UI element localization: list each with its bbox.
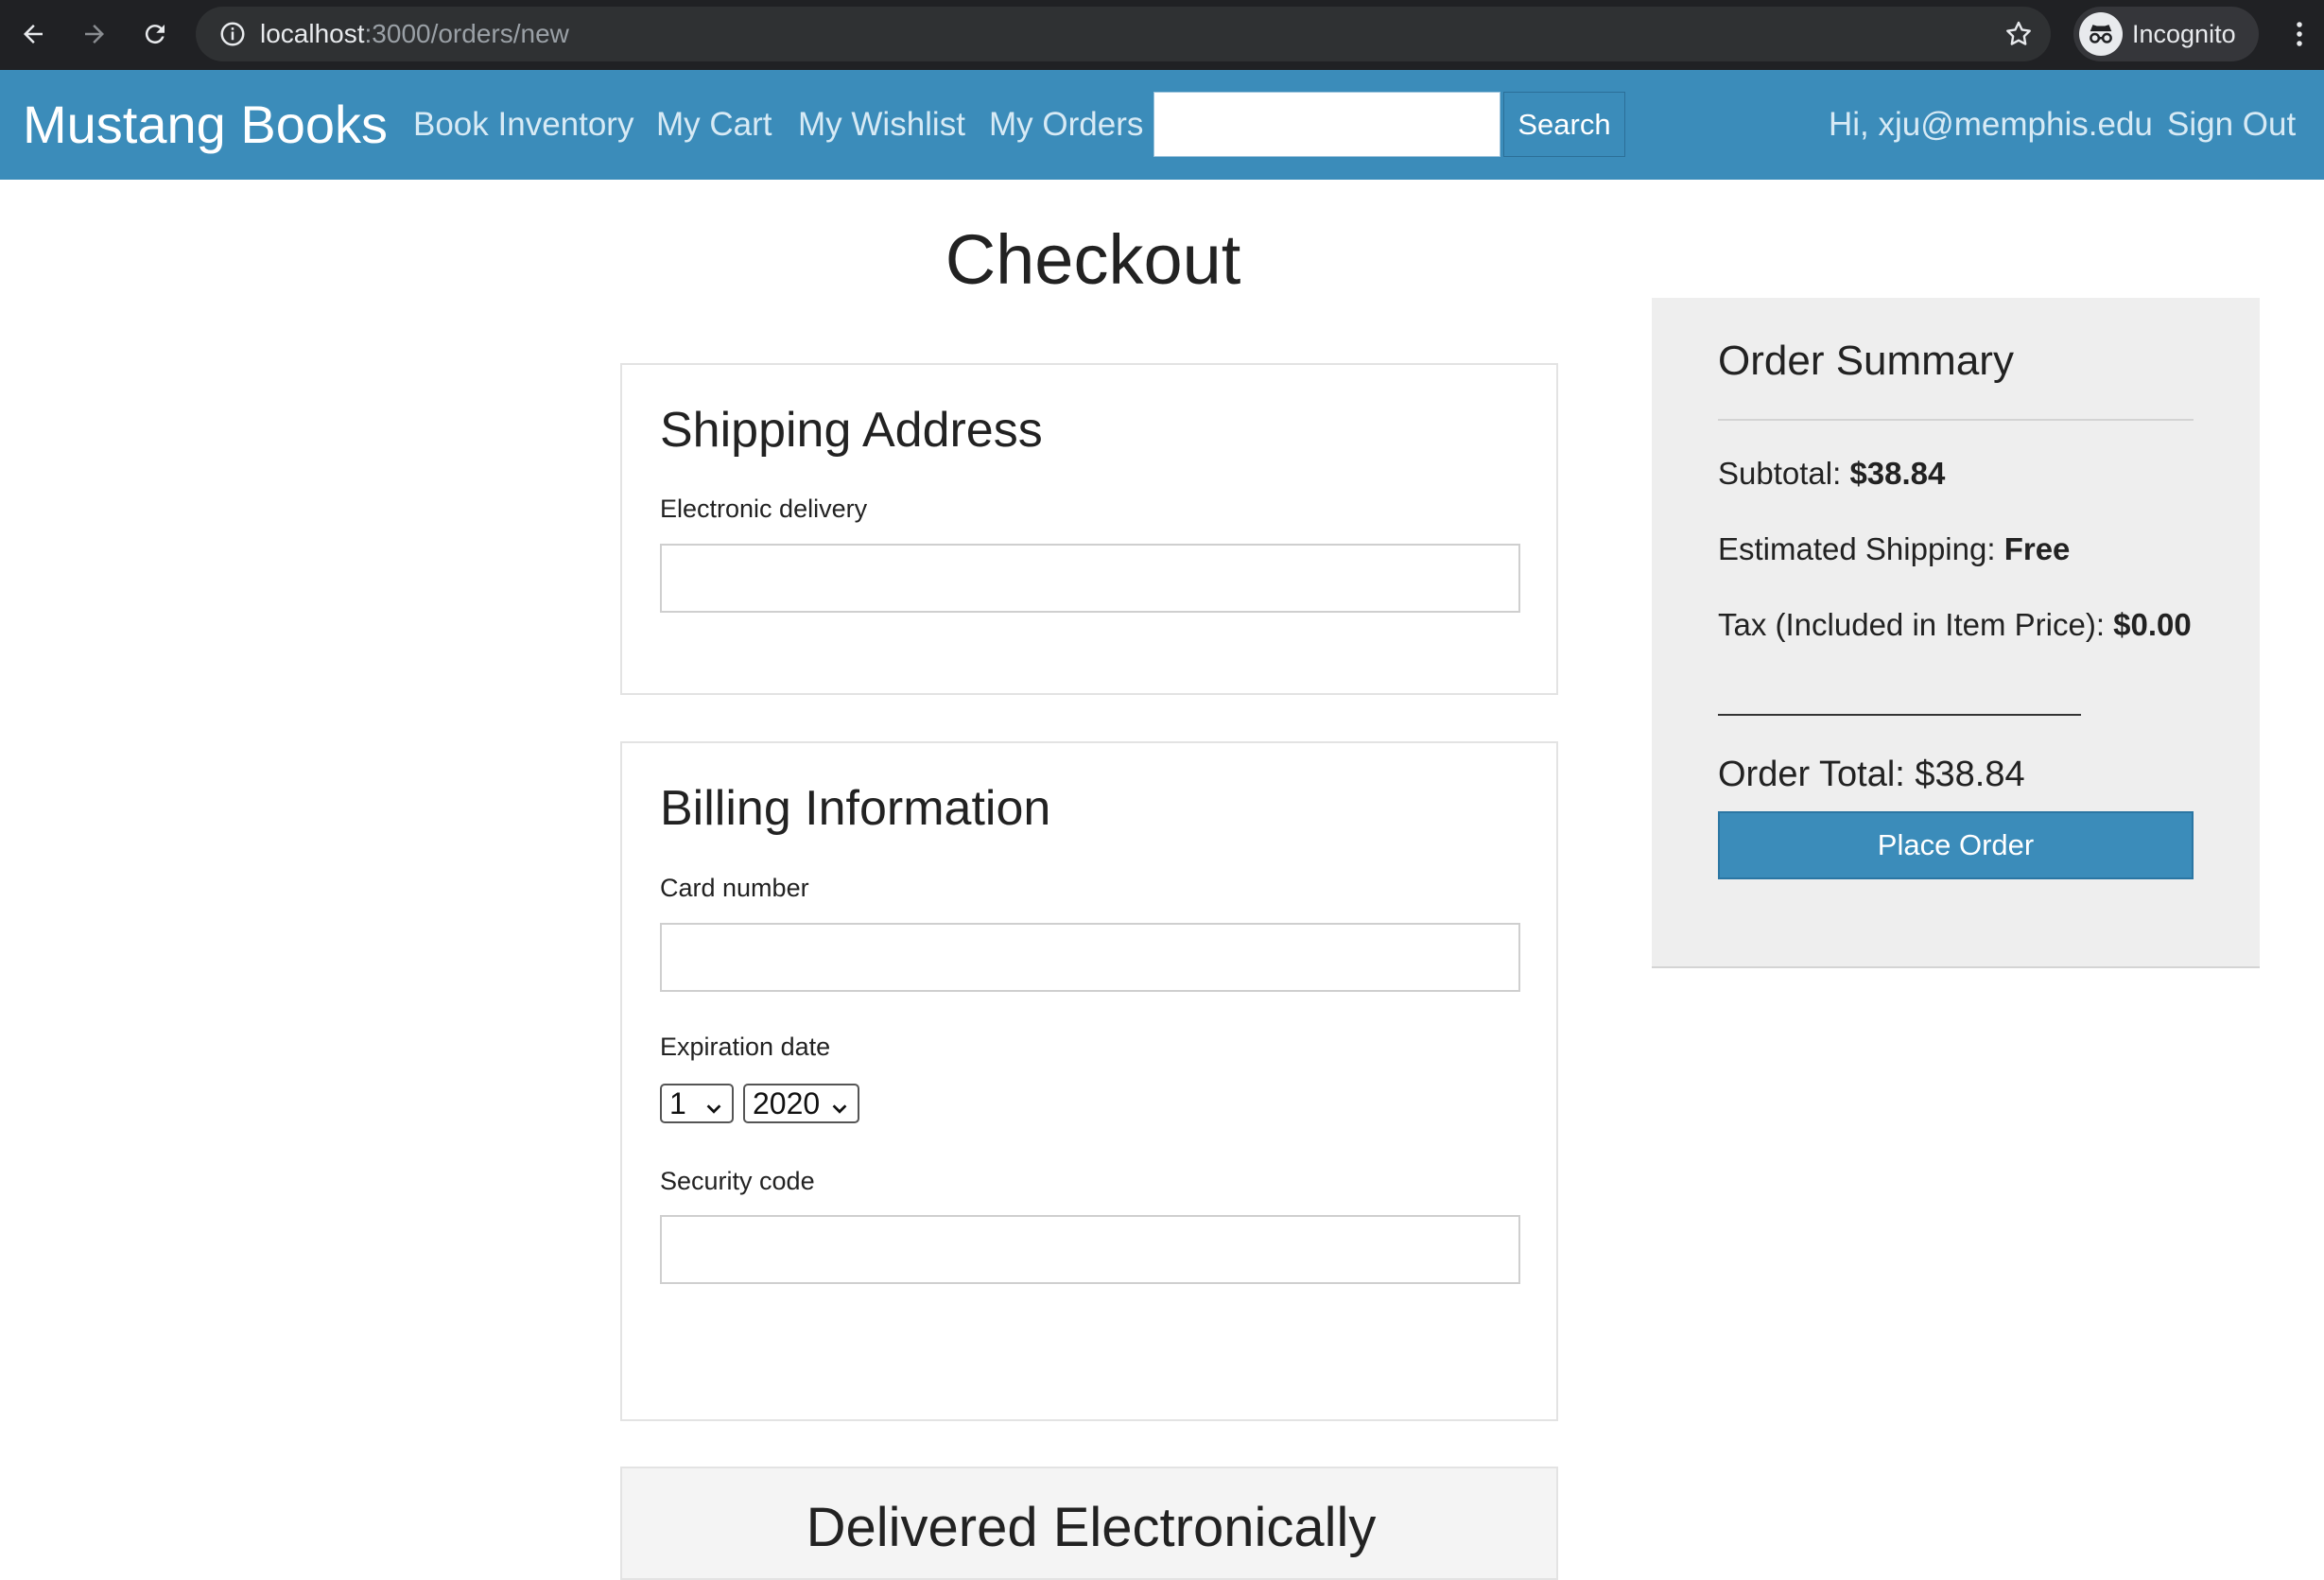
browser-toolbar: localhost:3000/orders/new Incognito [0,0,2324,70]
order-total-label: Order Total: [1718,755,1905,794]
expiration-date-label: Expiration date [660,1033,831,1061]
order-summary-title: Order Summary [1718,338,2014,384]
expiration-year-select[interactable]: 2020 [743,1084,859,1123]
expiration-month-select[interactable]: 1 [660,1084,734,1123]
nav-link-book-inventory[interactable]: Book Inventory [413,104,633,146]
search-input[interactable] [1153,92,1500,157]
expiration-year-value: 2020 [753,1086,821,1120]
brand-logo-link[interactable]: Mustang Books [23,95,388,154]
shipping-address-panel: Shipping Address Electronic delivery [620,363,1558,695]
sign-out-link[interactable]: Sign Out [2167,104,2296,146]
address-bar[interactable]: localhost:3000/orders/new [196,7,2051,61]
card-number-label: Card number [660,874,809,902]
order-total-line: Order Total: $38.84 [1718,752,2025,797]
security-code-input[interactable] [660,1215,1520,1284]
delivery-panel-title: Delivered Electronically [806,1497,1377,1558]
subtotal-line: Subtotal: $38.84 [1718,454,1945,494]
expiration-month-value: 1 [669,1086,686,1120]
incognito-label: Incognito [2132,20,2236,48]
back-arrow-icon[interactable] [12,13,54,55]
page-title: Checkout [945,220,1241,299]
site-info-icon[interactable] [218,20,247,53]
tax-line: Tax (Included in Item Price): $0.00 [1718,605,2192,645]
electronic-delivery-label: Electronic delivery [660,495,868,523]
chevron-down-icon [829,1091,850,1127]
user-greeting[interactable]: Hi, xju@memphis.edu [1829,104,2153,146]
url-text: localhost:3000/orders/new [260,16,569,52]
bookmark-star-icon[interactable] [2003,19,2034,54]
place-order-button[interactable]: Place Order [1718,811,2194,879]
delivery-panel: Delivered Electronically [620,1467,1558,1580]
incognito-profile-button[interactable]: Incognito [2073,7,2259,61]
search-button[interactable]: Search [1503,92,1625,157]
incognito-icon [2079,12,2123,56]
billing-information-panel: Billing Information Card number Expirati… [620,741,1558,1421]
nav-link-my-cart[interactable]: My Cart [656,104,772,146]
browser-menu-icon[interactable] [2279,13,2320,55]
chevron-down-icon [703,1091,724,1127]
shipping-value: Free [2003,531,2071,566]
total-separator [1718,714,2081,716]
order-total-value: $38.84 [1915,755,2025,794]
subtotal-label: Subtotal: [1718,456,1842,491]
tax-value: $0.00 [2113,607,2192,642]
order-summary-panel: Order Summary Subtotal: $38.84 Estimated… [1652,298,2260,968]
summary-divider [1718,419,2194,421]
forward-arrow-icon[interactable] [74,13,115,55]
electronic-delivery-input[interactable] [660,544,1520,613]
subtotal-value: $38.84 [1849,456,1946,491]
url-path: :3000/orders/new [364,19,569,48]
nav-link-my-wishlist[interactable]: My Wishlist [798,104,965,146]
nav-link-my-orders[interactable]: My Orders [989,104,1143,146]
shipping-address-title: Shipping Address [660,403,1043,458]
security-code-label: Security code [660,1167,815,1195]
tax-label: Tax (Included in Item Price): [1718,607,2105,642]
url-host: localhost [260,19,365,48]
billing-information-title: Billing Information [660,781,1051,836]
card-number-input[interactable] [660,923,1520,992]
site-navbar: Mustang Books Book Inventory My Cart My … [0,70,2324,180]
shipping-line: Estimated Shipping: Free [1718,530,2070,569]
reload-icon[interactable] [134,13,176,55]
shipping-label: Estimated Shipping: [1718,531,1996,566]
